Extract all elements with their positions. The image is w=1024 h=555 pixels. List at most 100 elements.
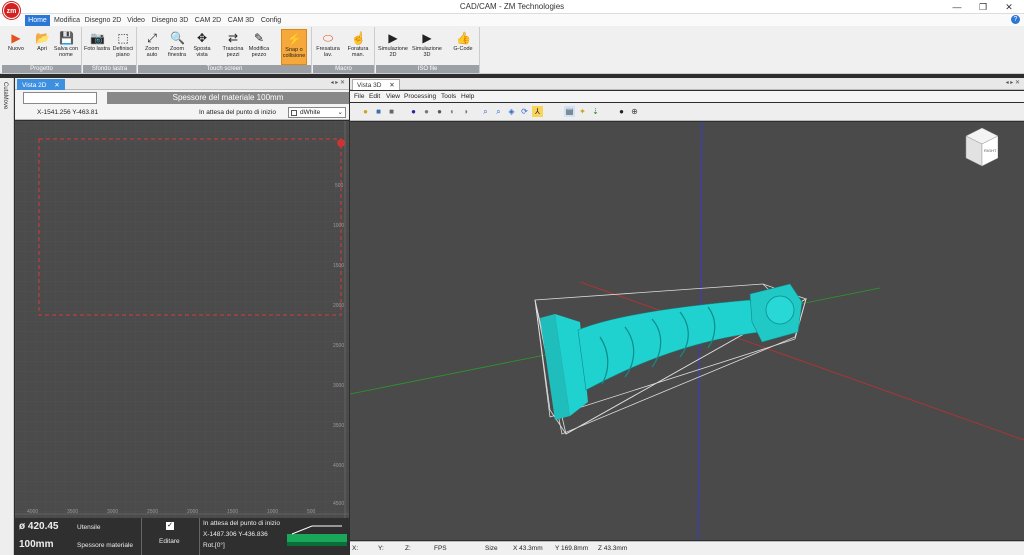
rotate-icon[interactable]: ⟳ xyxy=(519,106,530,117)
side-strip-label: CutaMove xyxy=(2,82,8,110)
new-button[interactable]: ▶ Nuovo xyxy=(3,29,29,65)
origin-marker xyxy=(337,139,345,147)
ruler-label: 1500 xyxy=(227,509,239,515)
sim-2d-button[interactable]: ▶ Simulazione 2D xyxy=(378,29,408,65)
viewer-menu: File Edit View Processing Tools Help xyxy=(350,91,1024,102)
light-icon[interactable]: ✦ xyxy=(577,106,588,117)
menu-processing[interactable]: Processing xyxy=(404,93,436,100)
view-cube[interactable]: RIGHT xyxy=(958,126,999,170)
flat-icon[interactable]: ◑ xyxy=(460,106,471,117)
milling-button[interactable]: ⬭ Fresatura lav. xyxy=(315,29,341,65)
chevron-down-icon: ⌄ xyxy=(337,109,343,116)
move-view-button[interactable]: ✥ Sposta vista xyxy=(189,29,215,65)
brand-graphic-icon xyxy=(287,525,347,546)
tab-disegno-2d[interactable]: Disegno 2D xyxy=(84,15,122,26)
print-icon[interactable]: ■ xyxy=(386,106,397,117)
ribbon-tab-row: Home Modifica Disegno 2D Video Disegno 3… xyxy=(0,14,1024,26)
zoom-out-icon[interactable]: ⌕ xyxy=(493,106,504,117)
viewer-status-bar: X: Y: Z: FPS Size X 43.3mm Y 169.8mm Z 4… xyxy=(350,541,1024,555)
tab-vista-3d[interactable]: Vista 3D ✕ xyxy=(352,79,400,90)
drag-pieces-icon: ⇄ xyxy=(227,31,239,45)
ruler-label: 4000 xyxy=(27,509,39,515)
tab-home[interactable]: Home xyxy=(25,15,50,26)
zoom-window-button[interactable]: 🔍 Zoom finestra xyxy=(164,29,190,65)
fit-icon[interactable]: ◈ xyxy=(506,106,517,117)
edit-piece-button[interactable]: ✎ Modifica pezzo xyxy=(246,29,272,65)
milling-label: Fresatura lav. xyxy=(316,46,340,58)
panel-nav-arrows[interactable]: ◂ ▸ ✕ xyxy=(1006,79,1020,86)
tab-video[interactable]: Video xyxy=(124,15,148,26)
waiting-message: In attesa del punto di inizio xyxy=(199,109,276,116)
drag-pieces-label: Trascina pezzi xyxy=(222,46,244,58)
thickness-value: 100mm xyxy=(19,539,54,550)
target-icon[interactable]: ⊕ xyxy=(629,106,640,117)
edit-checkbox[interactable]: ✓ xyxy=(166,522,174,530)
edit-piece-label: Modifica pezzo xyxy=(248,46,270,58)
open-button[interactable]: 📂 Apri xyxy=(29,29,55,65)
define-plane-button[interactable]: ⬚ Definisci piano xyxy=(110,29,136,65)
canvas-2d[interactable]: 500 1000 1500 2000 2500 3000 3500 4000 4… xyxy=(15,121,349,518)
ruler-label: 2000 xyxy=(187,509,199,515)
save-as-label: Salva con nome xyxy=(53,46,79,58)
command-input[interactable] xyxy=(23,92,97,104)
photo-slab-label: Foto lastra xyxy=(84,46,110,52)
color-select-value: dWhite xyxy=(300,109,321,116)
close-button[interactable]: ✕ xyxy=(996,0,1022,14)
close-icon[interactable]: ✕ xyxy=(54,82,59,89)
hidden-line-icon[interactable]: ◐ xyxy=(447,106,458,117)
points-icon[interactable]: ● xyxy=(434,106,445,117)
tab-vista-2d[interactable]: Vista 2D ✕ xyxy=(17,79,65,90)
side-strip[interactable]: CutaMove xyxy=(0,78,14,555)
tab-config[interactable]: Config xyxy=(258,15,284,26)
zoom-window-icon: 🔍 xyxy=(170,31,185,45)
canvas-3d[interactable]: RIGHT xyxy=(350,122,1024,540)
tab-cam-3d[interactable]: CAM 3D xyxy=(226,15,256,26)
photo-slab-button[interactable]: 📷 Foto lastra xyxy=(84,29,110,65)
status-fps: FPS xyxy=(434,545,447,552)
chart-icon[interactable]: ▤ xyxy=(564,106,575,117)
right-panel-header: Vista 3D ✕ ◂ ▸ ✕ xyxy=(350,78,1024,90)
save-file-icon[interactable]: ■ xyxy=(373,106,384,117)
save-as-button[interactable]: 💾 Salva con nome xyxy=(53,29,79,65)
group-macro: ⬭ Fresatura lav. ☝ Foratura man. Macro xyxy=(313,27,375,73)
status-z: Z: xyxy=(405,545,411,552)
group-iso-file: ▶ Simulazione 2D ▶ Simulazione 3D 👍 G-Code … xyxy=(376,27,480,73)
axes-icon[interactable]: ⅄ xyxy=(532,106,543,117)
snap-collision-button[interactable]: ⚡ Snap o collisione xyxy=(281,29,307,65)
menu-edit[interactable]: Edit xyxy=(369,93,380,100)
ruler-label: 500 xyxy=(307,509,316,515)
move-view-label: Sposta vista xyxy=(193,46,211,58)
menu-view[interactable]: View xyxy=(386,93,400,100)
sim-3d-button[interactable]: ▶ Simulazione 3D xyxy=(412,29,442,65)
new-icon: ▶ xyxy=(11,31,21,45)
zoom-auto-button[interactable]: ⤢ Zoom auto xyxy=(139,29,165,65)
maximize-button[interactable]: ❐ xyxy=(970,0,996,14)
snap-collision-label: Snap o collisione xyxy=(282,47,306,59)
menu-tools[interactable]: Tools xyxy=(441,93,456,100)
tab-cam-2d[interactable]: CAM 2D xyxy=(192,15,224,26)
measure-icon[interactable]: ⇣ xyxy=(590,106,601,117)
tab-disegno-3d[interactable]: Disegno 3D xyxy=(150,15,190,26)
panel-nav-arrows[interactable]: ◂ ▸ ✕ xyxy=(331,79,345,86)
group-label-touch: Touch screen xyxy=(138,65,311,73)
tab-modifica[interactable]: Modifica xyxy=(52,15,82,26)
drilling-button[interactable]: ☝ Foratura man. xyxy=(345,29,371,65)
open-file-icon[interactable]: ● xyxy=(360,106,371,117)
menu-help[interactable]: Help xyxy=(461,93,474,100)
view-cube-label: RIGHT xyxy=(984,148,997,153)
check-icon[interactable]: ● xyxy=(616,106,627,117)
zoom-in-icon[interactable]: ⌕ xyxy=(480,106,491,117)
tab-vista-3d-label: Vista 3D xyxy=(357,82,382,89)
color-swatch xyxy=(291,110,297,116)
status-size-z: Z 43.3mm xyxy=(598,545,628,552)
minimize-button[interactable]: — xyxy=(944,0,970,14)
color-select[interactable]: dWhite ⌄ xyxy=(288,107,346,118)
shaded-icon[interactable]: ● xyxy=(408,106,419,117)
drag-pieces-button[interactable]: ⇄ Trascina pezzi xyxy=(220,29,246,65)
wire-icon[interactable]: ● xyxy=(421,106,432,117)
app-logo[interactable]: zm xyxy=(3,2,20,19)
menu-file[interactable]: File xyxy=(354,93,364,100)
close-icon[interactable]: ✕ xyxy=(389,82,394,89)
gcode-button[interactable]: 👍 G-Code xyxy=(450,29,476,65)
help-icon[interactable]: ? xyxy=(1011,15,1020,24)
